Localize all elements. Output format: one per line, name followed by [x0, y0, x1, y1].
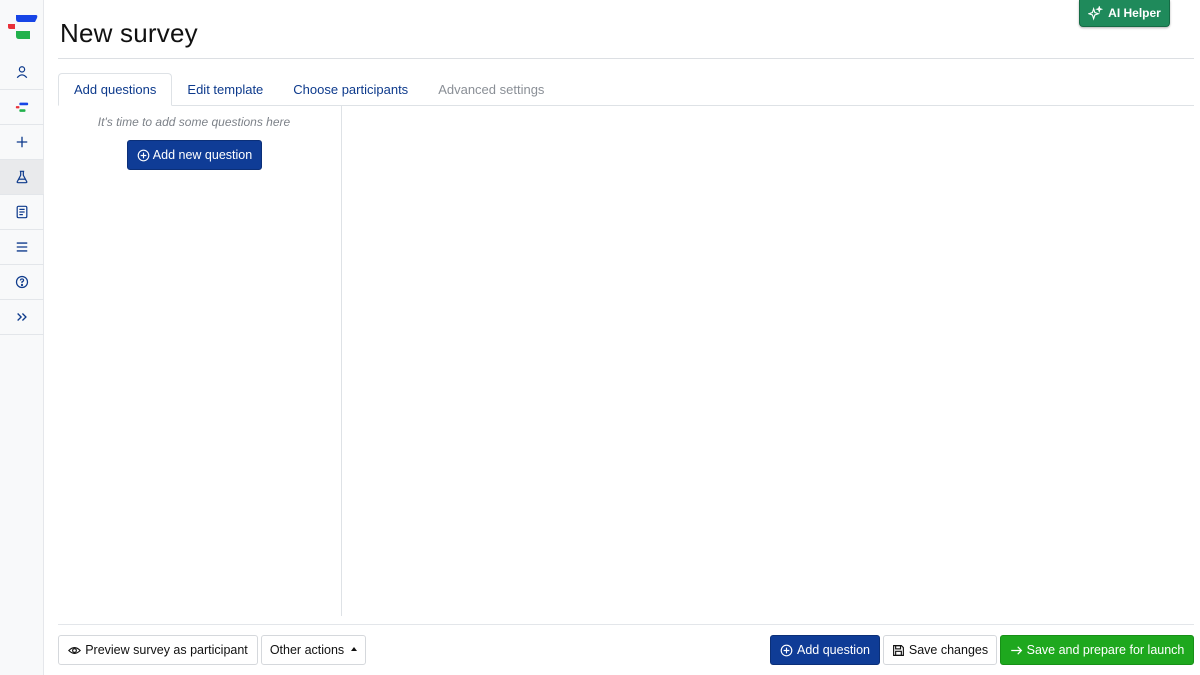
sparkles-icon: [1088, 5, 1104, 21]
caret-up-icon: [351, 647, 358, 651]
ai-helper-label: AI Helper: [1108, 6, 1161, 20]
add-question-button[interactable]: Add question: [770, 635, 880, 665]
sidebar-item-help[interactable]: [0, 265, 44, 300]
sidebar-item-home[interactable]: [0, 90, 44, 125]
sidebar-item-create[interactable]: [0, 125, 44, 160]
plus-icon: [16, 136, 28, 148]
tab-bar: Add questions Edit template Choose parti…: [58, 73, 559, 106]
plus-circle-icon: [780, 644, 793, 656]
other-actions-dropdown[interactable]: Other actions: [261, 635, 366, 665]
preview-survey-label: Preview survey as participant: [85, 643, 248, 657]
tab-edit-template[interactable]: Edit template: [172, 73, 278, 106]
save-and-launch-button[interactable]: Save and prepare for launch: [1000, 635, 1194, 665]
ai-helper-button[interactable]: AI Helper: [1079, 0, 1170, 27]
user-icon: [16, 66, 28, 79]
sidebar-item-documents[interactable]: [0, 195, 44, 230]
document-list-icon: [16, 205, 28, 219]
save-and-launch-label: Save and prepare for launch: [1026, 643, 1185, 657]
preview-survey-button[interactable]: Preview survey as participant: [58, 635, 258, 665]
add-new-question-button[interactable]: Add new question: [127, 140, 262, 170]
other-actions-label: Other actions: [269, 643, 345, 657]
sidebar-item-lab[interactable]: [0, 160, 44, 195]
add-question-label: Add question: [797, 643, 870, 657]
arrow-right-icon: [1010, 645, 1022, 655]
save-changes-label: Save changes: [908, 643, 989, 657]
sidebar: [0, 0, 44, 675]
footer-divider: [58, 624, 1194, 625]
tab-choose-participants[interactable]: Choose participants: [278, 73, 423, 106]
title-divider: [58, 58, 1194, 59]
help-circle-icon: [15, 275, 29, 289]
sidebar-item-profile[interactable]: [0, 55, 44, 90]
tab-add-questions[interactable]: Add questions: [58, 73, 173, 106]
page-title: New survey: [60, 18, 198, 48]
save-changes-button[interactable]: Save changes: [883, 635, 997, 665]
tab-advanced-settings: Advanced settings: [438, 82, 545, 97]
brand-logo[interactable]: [6, 13, 38, 41]
floppy-disk-icon: [892, 644, 904, 656]
empty-questions-hint: It's time to add some questions here: [97, 115, 291, 129]
chevrons-right-icon: [17, 313, 27, 321]
add-new-question-label: Add new question: [152, 148, 253, 162]
eye-icon: [68, 646, 82, 654]
sidebar-item-menu[interactable]: [0, 230, 44, 265]
sidebar-item-expand[interactable]: [0, 300, 44, 335]
menu-lines-icon: [16, 242, 28, 252]
plus-circle-icon: [137, 149, 150, 161]
flask-icon: [16, 170, 28, 184]
questions-panel: It's time to add some questions here Add…: [58, 106, 342, 616]
brand-logo-small-icon: [15, 102, 29, 112]
